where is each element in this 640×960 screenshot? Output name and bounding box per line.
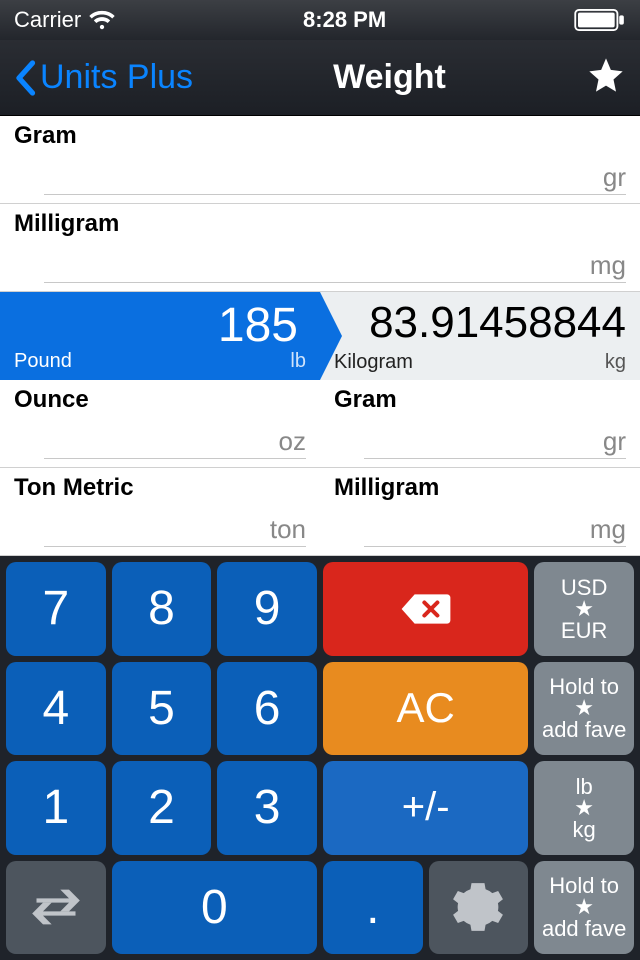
unit-abbr: gr <box>603 426 626 457</box>
key-settings[interactable] <box>429 861 529 955</box>
underline <box>44 546 306 547</box>
key-fave-usd-eur[interactable]: USD ★ EUR <box>534 562 634 656</box>
key-fave-lb-kg[interactable]: lb ★ kg <box>534 761 634 855</box>
favorite-button[interactable] <box>586 55 626 100</box>
underline <box>364 546 626 547</box>
underline <box>44 458 306 459</box>
key-plus-minus[interactable]: +/- <box>323 761 528 855</box>
key-6[interactable]: 6 <box>217 662 317 756</box>
arrow-icon <box>320 292 342 380</box>
fave-bottom: EUR <box>561 618 607 643</box>
unit-name: Gram <box>334 386 397 414</box>
key-5[interactable]: 5 <box>112 662 212 756</box>
unit-name: Ton Metric <box>14 474 134 502</box>
key-3[interactable]: 3 <box>217 761 317 855</box>
carrier-label: Carrier <box>14 7 81 33</box>
unit-abbr: oz <box>279 426 306 457</box>
page-title: Weight <box>333 58 446 97</box>
swap-icon <box>30 881 82 933</box>
unit-cell[interactable]: Ounce oz <box>0 380 320 468</box>
unit-name: Milligram <box>14 210 119 238</box>
unit-row[interactable]: Milligram mg <box>0 204 640 292</box>
back-button[interactable]: Units Plus <box>14 58 193 97</box>
unit-name: Kilogram <box>334 351 413 374</box>
fave-line2: add fave <box>542 916 626 941</box>
key-dot[interactable]: . <box>323 861 423 955</box>
key-0[interactable]: 0 <box>112 861 317 955</box>
unit-abbr: mg <box>590 250 626 281</box>
fave-bottom: kg <box>573 817 596 842</box>
star-icon: ★ <box>574 600 594 618</box>
unit-cell[interactable]: Milligram mg <box>320 468 640 556</box>
unit-cell[interactable]: Ton Metric ton <box>0 468 320 556</box>
unit-cell[interactable]: Gram gr <box>320 380 640 468</box>
unit-name: Milligram <box>334 474 439 502</box>
key-1[interactable]: 1 <box>6 761 106 855</box>
unit-abbr: lb <box>290 350 306 373</box>
star-icon: ★ <box>574 699 594 717</box>
wifi-icon <box>89 10 115 30</box>
unit-cell[interactable]: Milligram mg <box>0 204 640 292</box>
battery-icon <box>574 9 626 31</box>
unit-cell-source[interactable]: 185 Pound lb <box>0 292 320 380</box>
key-fave-empty-1[interactable]: Hold to ★ add fave <box>534 662 634 756</box>
fave-line2: add fave <box>542 717 626 742</box>
underline <box>44 282 626 283</box>
key-8[interactable]: 8 <box>112 562 212 656</box>
chevron-left-icon <box>14 60 36 96</box>
gear-icon <box>452 881 504 933</box>
back-label: Units Plus <box>40 58 193 97</box>
unit-name: Gram <box>14 122 77 150</box>
unit-cell[interactable]: Gram gr <box>0 116 640 204</box>
unit-name: Ounce <box>14 386 89 414</box>
key-swap[interactable] <box>6 861 106 955</box>
unit-value: 83.91458844 <box>369 298 626 348</box>
nav-bar: Units Plus Weight <box>0 40 640 116</box>
star-icon: ★ <box>574 898 594 916</box>
status-bar: Carrier 8:28 PM <box>0 0 640 40</box>
key-fave-empty-2[interactable]: Hold to ★ add fave <box>534 861 634 955</box>
key-ac[interactable]: AC <box>323 662 528 756</box>
unit-abbr: mg <box>590 514 626 545</box>
unit-value: 185 <box>218 298 298 353</box>
unit-cell-target[interactable]: 83.91458844 Kilogram kg <box>320 292 640 380</box>
key-2[interactable]: 2 <box>112 761 212 855</box>
unit-list[interactable]: Gram gr Milligram mg 185 Pound lb 83.914… <box>0 116 640 556</box>
underline <box>364 458 626 459</box>
star-icon <box>586 55 626 95</box>
unit-row[interactable]: Ounce oz Gram gr <box>0 380 640 468</box>
unit-abbr: gr <box>603 162 626 193</box>
unit-row[interactable]: Ton Metric ton Milligram mg <box>0 468 640 556</box>
unit-name: Pound <box>14 350 72 373</box>
unit-abbr: ton <box>270 514 306 545</box>
keypad: 7 8 9 USD ★ EUR 4 5 6 AC Hold to ★ add f… <box>0 556 640 960</box>
star-icon: ★ <box>574 799 594 817</box>
clock: 8:28 PM <box>303 7 386 33</box>
unit-abbr: kg <box>605 351 626 374</box>
unit-row-active[interactable]: 185 Pound lb 83.91458844 Kilogram kg <box>0 292 640 380</box>
unit-row[interactable]: Gram gr <box>0 116 640 204</box>
key-7[interactable]: 7 <box>6 562 106 656</box>
backspace-icon <box>400 583 452 635</box>
key-backspace[interactable] <box>323 562 528 656</box>
key-9[interactable]: 9 <box>217 562 317 656</box>
key-4[interactable]: 4 <box>6 662 106 756</box>
underline <box>44 194 626 195</box>
